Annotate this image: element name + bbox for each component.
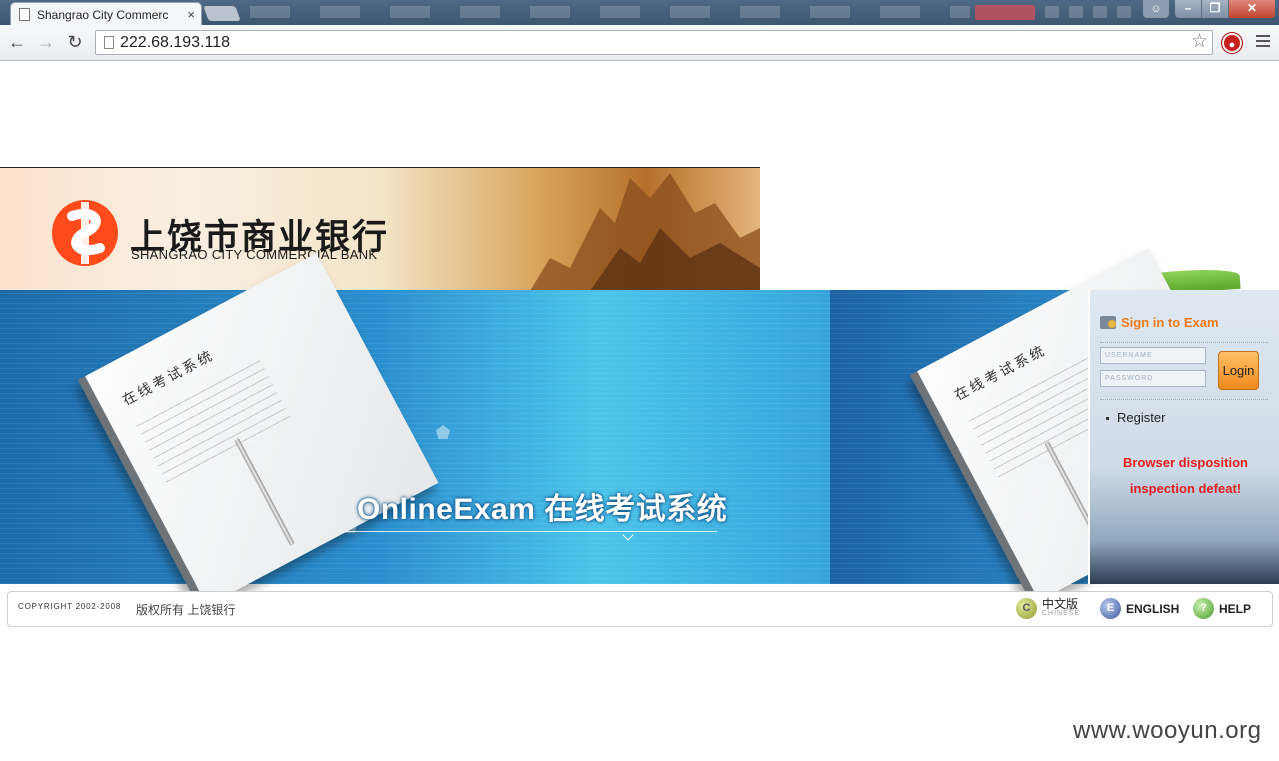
reload-icon[interactable]: ↻ xyxy=(64,31,86,53)
warning-line-2: inspection defeat! xyxy=(1129,481,1242,496)
register-link[interactable]: Register xyxy=(1106,410,1165,425)
english-label: ENGLISH xyxy=(1126,601,1180,616)
tab-title: Shangrao City Commerc xyxy=(37,7,169,22)
new-tab-button[interactable] xyxy=(203,6,241,21)
chinese-sublabel: CHINESE xyxy=(1042,609,1081,617)
bank-name-en: SHANGRAO CITY COMMERCIAL BANK xyxy=(131,247,378,262)
copyright-cn-text: 版权所有 上饶银行 xyxy=(136,603,236,617)
window-close-button[interactable]: ✕ xyxy=(1229,0,1275,18)
bank-logo-icon xyxy=(52,200,118,266)
address-bar[interactable]: 222.68.193.118 ☆ xyxy=(95,30,1213,55)
page-icon xyxy=(104,36,114,49)
help-icon: ? xyxy=(1193,598,1214,619)
blurred-items xyxy=(1045,6,1135,18)
username-input[interactable]: USERNAME xyxy=(1100,347,1206,364)
divider xyxy=(1100,399,1268,400)
browser-tab[interactable]: Shangrao City Commerc × xyxy=(10,2,202,26)
user-icon[interactable]: ☺ xyxy=(1143,0,1169,18)
key-icon xyxy=(1100,316,1116,329)
url-text: 222.68.193.118 xyxy=(120,34,231,51)
browser-toolbar: ← → ↻ 222.68.193.118 ☆ ● xyxy=(0,25,1279,61)
english-icon: E xyxy=(1100,598,1121,619)
bullet-icon xyxy=(1106,417,1109,421)
page-icon xyxy=(19,8,30,21)
watermark: www.wooyun.org xyxy=(1073,717,1262,744)
chinese-version-link[interactable]: C 中文版 CHINESE xyxy=(1016,598,1080,619)
back-icon[interactable]: ← xyxy=(6,31,28,53)
login-panel: Sign in to Exam USERNAME PASSWORD Login … xyxy=(1088,290,1279,584)
forward-icon[interactable]: → xyxy=(35,31,57,53)
menu-icon[interactable] xyxy=(1256,35,1270,50)
help-link[interactable]: ? HELP xyxy=(1193,598,1251,619)
english-version-link[interactable]: E ENGLISH xyxy=(1100,598,1179,619)
hero-title: OnlineExam 在线考试系统 xyxy=(357,493,728,526)
stop-extension-icon[interactable]: ● xyxy=(1222,33,1242,53)
star-icon[interactable]: ☆ xyxy=(1191,31,1208,53)
close-icon[interactable]: × xyxy=(187,7,195,22)
password-input[interactable]: PASSWORD xyxy=(1100,370,1206,387)
login-title: Sign in to Exam xyxy=(1100,315,1219,330)
login-button[interactable]: Login xyxy=(1218,351,1259,390)
copyright-text: COPYRIGHT 2002-2008 xyxy=(18,602,122,611)
login-title-text: Sign in to Exam xyxy=(1121,315,1219,330)
blurred-item xyxy=(975,5,1035,20)
help-label: HELP xyxy=(1219,601,1252,616)
bank-header-banner: 上饶市商业银行 SHANGRAO CITY COMMERCIAL BANK xyxy=(0,167,760,290)
register-label: Register xyxy=(1117,410,1166,425)
browser-titlebar: Shangrao City Commerc × ☺ – ❐ ✕ xyxy=(0,0,1279,26)
window-controls: – ❐ ✕ xyxy=(1175,0,1275,18)
blurred-bookmarks xyxy=(250,6,970,18)
warning-line-1: Browser disposition xyxy=(1123,455,1248,470)
mountain-illustration xyxy=(530,173,760,290)
chinese-label: 中文版 xyxy=(1042,596,1079,611)
footer-bar: COPYRIGHT 2002-2008 版权所有 上饶银行 C 中文版 CHIN… xyxy=(7,591,1273,627)
chinese-label-stack: 中文版 CHINESE xyxy=(1042,596,1081,619)
warning-message: Browser disposition inspection defeat! xyxy=(1090,450,1279,502)
chinese-icon: C xyxy=(1016,598,1037,619)
divider xyxy=(1100,342,1268,343)
maximize-button[interactable]: ❐ xyxy=(1202,0,1229,18)
hero-underline xyxy=(345,531,717,532)
minimize-button[interactable]: – xyxy=(1175,0,1202,18)
